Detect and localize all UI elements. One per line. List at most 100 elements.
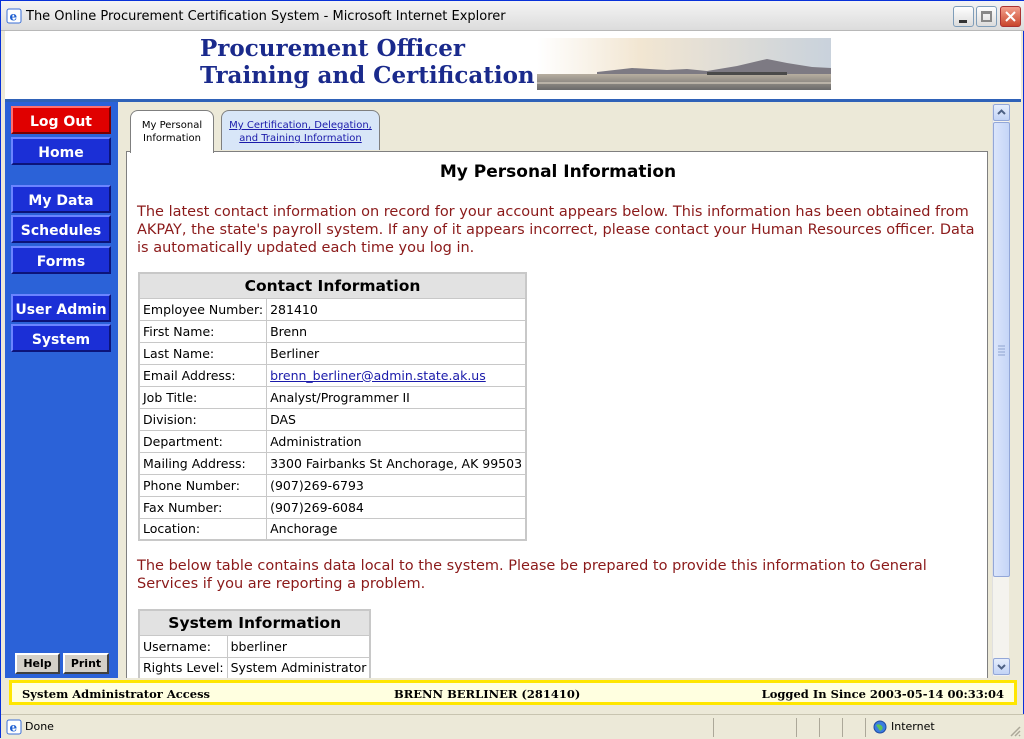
globe-icon	[873, 720, 887, 734]
vertical-scrollbar[interactable]	[992, 104, 1010, 676]
table-row: Fax Number: (907)269-6084	[138, 495, 527, 519]
row-label: Location:	[138, 517, 268, 541]
status-divider	[865, 718, 866, 737]
landscape-photo	[537, 38, 831, 90]
tab-label-line2[interactable]: and Training Information	[222, 132, 379, 145]
row-label: Phone Number:	[138, 473, 268, 497]
personal-info-panel: My Personal Information The latest conta…	[126, 151, 988, 678]
tab-my-personal-information[interactable]: My Personal Information	[130, 110, 214, 153]
user-admin-button[interactable]: User Admin	[11, 294, 111, 322]
minimize-button[interactable]	[953, 6, 974, 27]
resize-grip-icon[interactable]	[1009, 725, 1021, 737]
row-label: Last Name:	[138, 341, 268, 365]
chevron-up-icon	[997, 109, 1006, 115]
table-row: Location: Anchorage	[138, 517, 527, 541]
close-icon	[1005, 11, 1016, 22]
scroll-down-button[interactable]	[993, 658, 1010, 675]
table-row: Phone Number: (907)269-6793	[138, 473, 527, 497]
forms-button[interactable]: Forms	[11, 246, 111, 274]
intro-text: The latest contact information on record…	[137, 204, 975, 256]
table-row: First Name: Brenn	[138, 319, 527, 343]
status-divider	[796, 718, 797, 737]
table-row: Division: DAS	[138, 407, 527, 431]
status-divider	[819, 718, 820, 737]
row-value: 281410	[266, 297, 527, 321]
tab-certification-delegation-training[interactable]: My Certification, Delegation, and Traini…	[221, 110, 380, 150]
schedules-button[interactable]: Schedules	[11, 215, 111, 243]
row-value: (907)269-6793	[266, 473, 527, 497]
row-label: Job Title:	[138, 385, 268, 409]
home-button[interactable]: Home	[11, 137, 111, 165]
row-value: DAS	[266, 407, 527, 431]
grip-icon	[998, 345, 1005, 356]
sidebar-nav: Log Out Home My Data Schedules Forms Use…	[5, 102, 118, 678]
close-button[interactable]	[1000, 6, 1021, 27]
system-table-header: System Information	[138, 609, 371, 636]
contact-table-header: Contact Information	[138, 272, 527, 299]
maximize-button[interactable]	[976, 6, 997, 27]
internet-explorer-icon: e	[6, 8, 22, 24]
logged-user: BRENN BERLINER (281410)	[394, 687, 581, 701]
browser-window: e The Online Procurement Certification S…	[0, 0, 1024, 739]
row-label: Employee Number:	[138, 297, 268, 321]
svg-text:e: e	[10, 721, 18, 735]
page-done-icon: e	[6, 719, 22, 735]
window-title: The Online Procurement Certification Sys…	[26, 9, 506, 24]
content-frame: My Personal Information My Certification…	[118, 102, 1012, 678]
contact-information-table: Contact Information Employee Number: 2814…	[138, 272, 528, 541]
row-label: Fax Number:	[138, 495, 268, 519]
email-link[interactable]: brenn_berliner@admin.state.ak.us	[270, 368, 486, 383]
row-value: Analyst/Programmer II	[266, 385, 527, 409]
row-value: (907)269-6084	[266, 495, 527, 519]
row-label: First Name:	[138, 319, 268, 343]
login-timestamp: Logged In Since 2003-05-14 00:33:04	[761, 687, 1004, 701]
system-information-table: System Information Username: bberliner Ri…	[138, 609, 372, 678]
row-value: System Administrator	[226, 656, 371, 678]
status-text: Done	[25, 720, 54, 733]
row-value: bberliner	[226, 634, 371, 658]
row-value: Brenn	[266, 319, 527, 343]
status-divider	[842, 718, 843, 737]
status-divider	[713, 718, 714, 737]
table-row: Department: Administration	[138, 429, 527, 453]
tab-label-line1[interactable]: My Certification, Delegation,	[222, 119, 379, 132]
tab-label-line2: Information	[143, 133, 201, 144]
row-value: Anchorage	[266, 517, 527, 541]
table-row: Email Address: brenn_berliner@admin.state…	[138, 363, 527, 387]
table-row: Rights Level: System Administrator	[138, 656, 371, 678]
row-label: Division:	[138, 407, 268, 431]
tab-label-line1: My Personal	[141, 120, 203, 131]
svg-text:e: e	[10, 10, 18, 24]
table-row: Job Title: Analyst/Programmer II	[138, 385, 527, 409]
row-label: Rights Level:	[138, 656, 228, 678]
my-data-button[interactable]: My Data	[11, 185, 111, 213]
title-bar: e The Online Procurement Certification S…	[1, 1, 1024, 31]
table-row: Last Name: Berliner	[138, 341, 527, 365]
banner-title-line1: Procurement Officer	[200, 35, 465, 62]
row-value: 3300 Fairbanks St Anchorage, AK 99503	[266, 451, 527, 475]
scroll-up-button[interactable]	[993, 104, 1010, 121]
table-row: Username: bberliner	[138, 634, 371, 658]
help-button[interactable]: Help	[15, 653, 60, 674]
browser-status-bar: e Done Internet	[1, 714, 1024, 739]
row-label: Department:	[138, 429, 268, 453]
site-banner: Procurement Officer Training and Certifi…	[5, 31, 1021, 102]
row-label: Email Address:	[138, 363, 268, 387]
row-label: Username:	[138, 634, 228, 658]
scroll-thumb[interactable]	[993, 122, 1010, 577]
page-title: My Personal Information	[439, 162, 677, 182]
logout-button[interactable]: Log Out	[11, 106, 111, 134]
access-level: System Administrator Access	[22, 687, 211, 701]
row-value: Administration	[266, 429, 527, 453]
print-button[interactable]: Print	[63, 653, 109, 674]
row-value: Berliner	[266, 341, 527, 365]
system-access-bar: System Administrator Access BRENN BERLIN…	[9, 680, 1017, 705]
table-row: Employee Number: 281410	[138, 297, 527, 321]
local-data-note: The below table contains data local to t…	[137, 558, 927, 592]
security-zone: Internet	[891, 720, 935, 733]
chevron-down-icon	[997, 664, 1006, 670]
banner-title-line2: Training and Certification	[200, 62, 535, 89]
row-label: Mailing Address:	[138, 451, 268, 475]
system-button[interactable]: System	[11, 324, 111, 352]
table-row: Mailing Address: 3300 Fairbanks St Anchor…	[138, 451, 527, 475]
